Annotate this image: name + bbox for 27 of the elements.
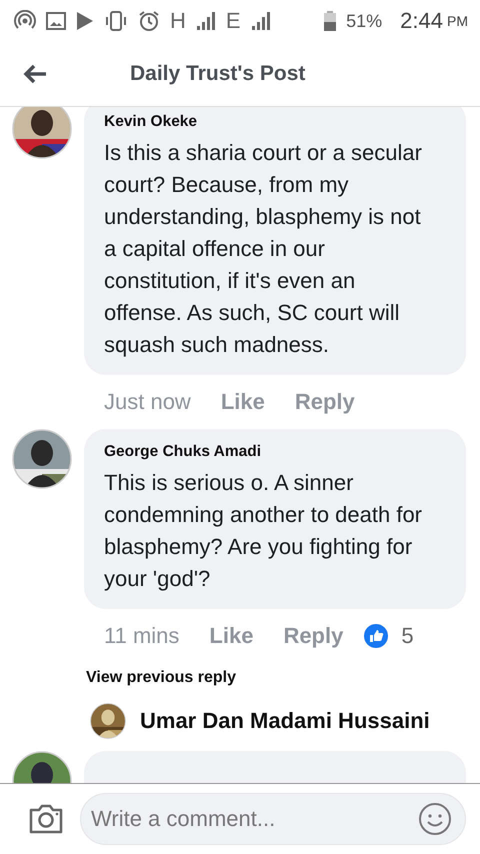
vibrate-icon: [104, 11, 128, 31]
signal-icon: [250, 11, 271, 31]
clock-suffix: PM: [447, 13, 468, 29]
clock-time: 2:44: [400, 8, 443, 34]
reply-author[interactable]: Umar Dan Madami Hussaini: [140, 708, 430, 734]
alarm-icon: [138, 10, 160, 32]
comment-time: Just now: [104, 389, 191, 415]
battery-icon: [324, 11, 336, 31]
comment-text: Is this a sharia court or a secular court? Because, from my understanding, blasphemy is not a capital offence in our constitution, if it's even an offense. As such, SC court will squash such madness.: [104, 139, 423, 359]
signal-icon: [196, 11, 216, 31]
battery-percent: 51%: [346, 10, 382, 32]
view-previous-link[interactable]: View previous reply: [0, 663, 480, 687]
image-icon: [46, 12, 66, 30]
back-icon[interactable]: [22, 64, 48, 84]
network-type: H: [170, 8, 186, 34]
like-icon: [363, 623, 390, 649]
comment-input[interactable]: Write a comment...: [80, 793, 466, 845]
camera-icon[interactable]: [28, 803, 64, 835]
emoji-icon[interactable]: [418, 802, 452, 836]
play-store-icon: [76, 11, 94, 31]
comment-author[interactable]: George Chuks Amadi: [104, 443, 438, 461]
reaction-count: 5: [401, 623, 414, 649]
page-title: Daily Trust's Post: [130, 62, 306, 86]
comment-time: 11 mins: [104, 623, 180, 649]
comment-author[interactable]: Kevin Okeke: [104, 113, 438, 131]
comment-text: This is serious o. A sinner condemning another to death for blasphemy? Are you fighting for your 'god'?: [104, 469, 424, 593]
network-type: E: [226, 8, 241, 34]
